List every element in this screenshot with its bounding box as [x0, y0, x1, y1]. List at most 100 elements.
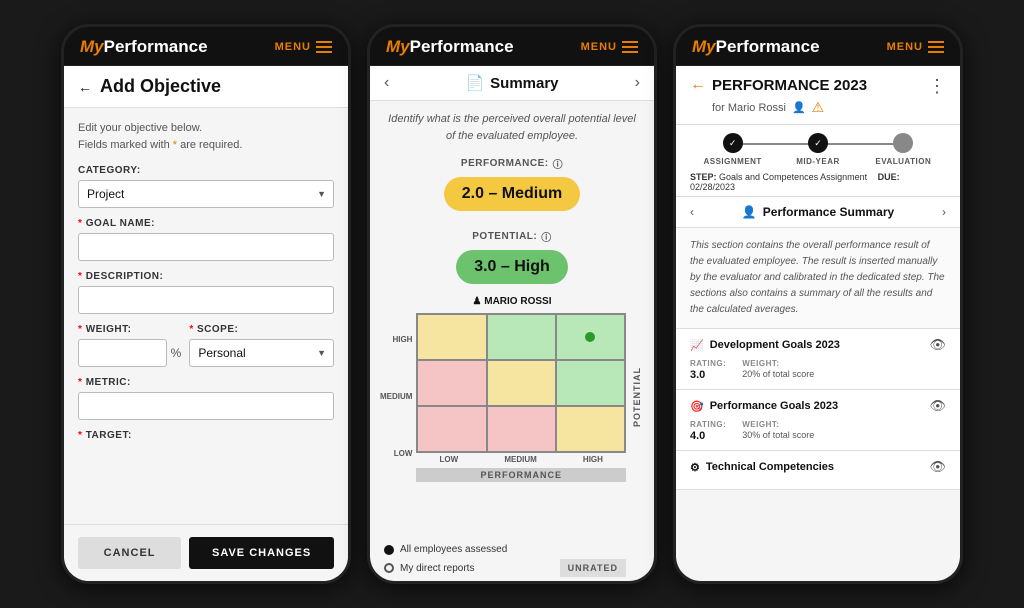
potential-info-icon[interactable]: ⓘ: [541, 229, 552, 244]
potential-section: POTENTIAL: ⓘ 3.0 – High: [370, 223, 654, 290]
cancel-button[interactable]: CANCEL: [78, 537, 181, 569]
three-dots-menu[interactable]: ⋮: [928, 76, 946, 97]
step-info-block: STEP: Goals and Competences Assignment D…: [690, 166, 946, 194]
cell-low-low: [418, 407, 485, 451]
eye-icon-3[interactable]: 👁: [929, 459, 946, 475]
goal-name-input[interactable]: [78, 233, 334, 261]
metric-rating-1: RATING: 3.0: [690, 359, 726, 381]
metric-input[interactable]: [78, 392, 334, 420]
logo-performance: Performance: [104, 37, 208, 56]
due-value: 02/28/2023: [690, 182, 735, 192]
save-button[interactable]: SAVE CHANGES: [189, 537, 334, 569]
description-label: * DESCRIPTION:: [78, 271, 334, 282]
goal-metrics-1: RATING: 3.0 WEIGHT: 20% of total score: [690, 359, 946, 381]
y-level-labels: HIGH MEDIUM LOW: [380, 311, 412, 482]
perf-header-3: ← PERFORMANCE 2023 ⋮ for Mario Rossi 👤 ⚠: [676, 66, 960, 125]
performance-label: PERFORMANCE: ⓘ: [386, 156, 638, 171]
goal-icon-2: 🎯: [690, 400, 704, 413]
matrix-section: ♟ MARIO ROSSI HIGH MEDIUM LOW: [370, 290, 654, 536]
description-input[interactable]: [78, 286, 334, 314]
legend-section: All employees assessed My direct reports…: [370, 536, 654, 581]
person-icon: 👤: [792, 101, 806, 114]
app-logo-1: MyPerformance: [80, 37, 208, 57]
hamburger-icon-3: [928, 41, 944, 53]
section-right-chevron[interactable]: ›: [942, 205, 946, 219]
cell-low-high: [418, 315, 485, 359]
goal-title-2: 🎯 Performance Goals 2023: [690, 400, 838, 413]
category-select-wrapper: Project: [78, 180, 334, 208]
category-label: CATEGORY:: [78, 165, 334, 176]
goal-name-field: * GOAL NAME:: [78, 218, 334, 261]
goal-card-technical: ⚙ Technical Competencies 👁: [676, 451, 960, 490]
scope-label: * SCOPE:: [189, 324, 334, 335]
page-title-bar-1: ← Add Objective: [64, 66, 348, 108]
mario-label: ♟ MARIO ROSSI: [380, 296, 644, 307]
metric-weight-1: WEIGHT: 20% of total score: [742, 359, 814, 381]
weight-group: * WEIGHT: %: [78, 324, 181, 367]
phone-screen-1: MyPerformance MENU ← Add Objective Edit …: [61, 24, 351, 584]
app-logo-3: MyPerformance: [692, 37, 820, 57]
performance-section: PERFORMANCE: ⓘ 2.0 – Medium: [370, 150, 654, 223]
goal-icon-3: ⚙: [690, 461, 700, 474]
potential-label: POTENTIAL: ⓘ: [386, 229, 638, 244]
matrix-grid-outer: LOW MEDIUM HIGH PERFORMANCE: [416, 311, 626, 482]
screen3-content: ← PERFORMANCE 2023 ⋮ for Mario Rossi 👤 ⚠…: [676, 66, 960, 581]
legend-direct-reports: My direct reports: [384, 563, 474, 574]
category-select[interactable]: Project: [78, 180, 334, 208]
nav-left-arrow[interactable]: ‹: [384, 74, 389, 92]
step-info-value: Goals and Competences Assignment: [719, 172, 867, 182]
y-axis-label: POTENTIAL: [630, 367, 644, 427]
goal-card-development: 📈 Development Goals 2023 👁 RATING: 3.0 W…: [676, 329, 960, 390]
phone-screen-3: MyPerformance MENU ← PERFORMANCE 2023 ⋮: [673, 24, 963, 584]
weight-input[interactable]: [78, 339, 167, 367]
step-circle-evaluation: [893, 133, 913, 153]
summary-nav: ‹ 📄 Summary ›: [370, 66, 654, 101]
scope-select[interactable]: Personal: [189, 339, 334, 367]
section-left-chevron[interactable]: ‹: [690, 205, 694, 219]
metric-field: * METRIC:: [78, 377, 334, 420]
screen1-content: ← Add Objective Edit your objective belo…: [64, 66, 348, 581]
perf-subtitle: for Mario Rossi 👤 ⚠: [690, 99, 946, 116]
performance-info-icon[interactable]: ⓘ: [553, 156, 564, 171]
form-actions-1: CANCEL SAVE CHANGES: [64, 524, 348, 581]
metric-rating-2: RATING: 4.0: [690, 420, 726, 442]
step-info-label: STEP:: [690, 172, 717, 182]
doc-icon: 📄: [465, 74, 484, 92]
cell-low-medium: [418, 361, 485, 405]
percent-label: %: [171, 346, 182, 360]
logo-perf-2: Performance: [410, 37, 514, 56]
mario-dot: [585, 332, 595, 342]
cell-high-medium: [557, 361, 624, 405]
warning-icon: ⚠: [812, 99, 825, 116]
eye-icon-2[interactable]: 👁: [929, 398, 946, 414]
goal-card-header-1: 📈 Development Goals 2023 👁: [690, 337, 946, 353]
nav-right-arrow[interactable]: ›: [635, 74, 640, 92]
cell-medium-high: [488, 315, 555, 359]
eye-icon-1[interactable]: 👁: [929, 337, 946, 353]
goal-title-3: ⚙ Technical Competencies: [690, 461, 834, 474]
back-arrow-icon-3[interactable]: ←: [690, 76, 706, 94]
x-high: HIGH: [583, 455, 603, 464]
back-arrow-icon-1[interactable]: ←: [78, 79, 92, 95]
potential-badge-wrapper: 3.0 – High: [386, 250, 638, 284]
unrated-badge: UNRATED: [560, 559, 626, 577]
cell-medium-medium: [488, 361, 555, 405]
perf-title-row: ← PERFORMANCE 2023 ⋮: [690, 76, 946, 97]
metric-weight-2: WEIGHT: 30% of total score: [742, 420, 814, 442]
step-label-evaluation: EVALUATION: [875, 157, 931, 166]
menu-button-1[interactable]: MENU: [275, 41, 332, 53]
menu-button-3[interactable]: MENU: [887, 41, 944, 53]
performance-badge: 2.0 – Medium: [444, 177, 580, 211]
logo-my-3: My: [692, 37, 716, 56]
summary-title: 📄 Summary: [465, 74, 558, 92]
menu-button-2[interactable]: MENU: [581, 41, 638, 53]
perf-section-header: ‹ 👤 Performance Summary ›: [676, 197, 960, 228]
x-medium: MEDIUM: [504, 455, 536, 464]
rating-value-2: 4.0: [690, 430, 726, 442]
hamburger-icon-1: [316, 41, 332, 53]
weight-metric-label-2: WEIGHT:: [742, 420, 814, 429]
rating-label-1: RATING:: [690, 359, 726, 368]
form-note-1: Edit your objective below. Fields marked…: [78, 120, 334, 153]
step-label-midyear: MID-YEAR: [796, 157, 840, 166]
y-medium: MEDIUM: [380, 392, 412, 401]
